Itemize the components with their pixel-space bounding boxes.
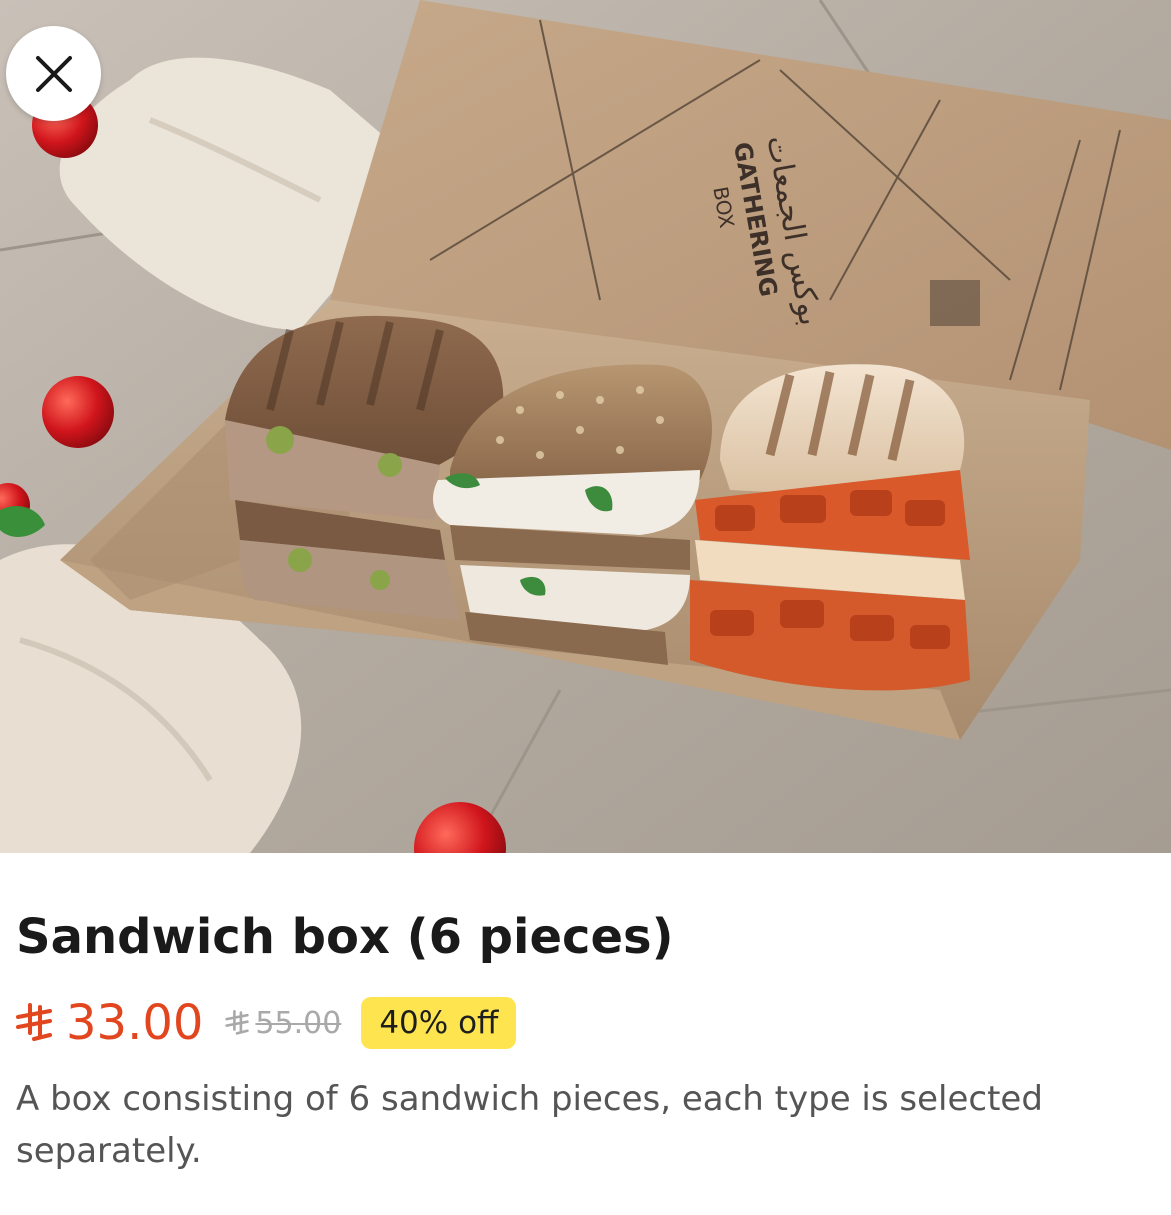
price-row: 33.00 55.00 40% off [16,993,517,1053]
product-title: Sandwich box (6 pieces) [16,909,674,965]
product-image: بوكس الجمعات GATHERING BOX [0,0,1171,853]
saudi-riyal-icon [225,1010,250,1035]
original-price-value: 55.00 [255,1005,342,1041]
close-icon [35,55,72,92]
current-price: 33.00 [16,993,203,1053]
saudi-riyal-icon [16,1003,52,1041]
close-button[interactable] [6,26,101,121]
product-description: A box consisting of 6 sandwich pieces, e… [16,1079,1043,1171]
product-details: Sandwich box (6 pieces) 33.00 55.00 40% … [0,853,1171,1215]
original-price: 55.00 [225,1006,341,1041]
product-detail-screen: بوكس الجمعات GATHERING BOX Sandwich box … [0,0,1171,1215]
discount-badge: 40% off [361,997,517,1049]
current-price-value: 33.00 [66,995,204,1051]
